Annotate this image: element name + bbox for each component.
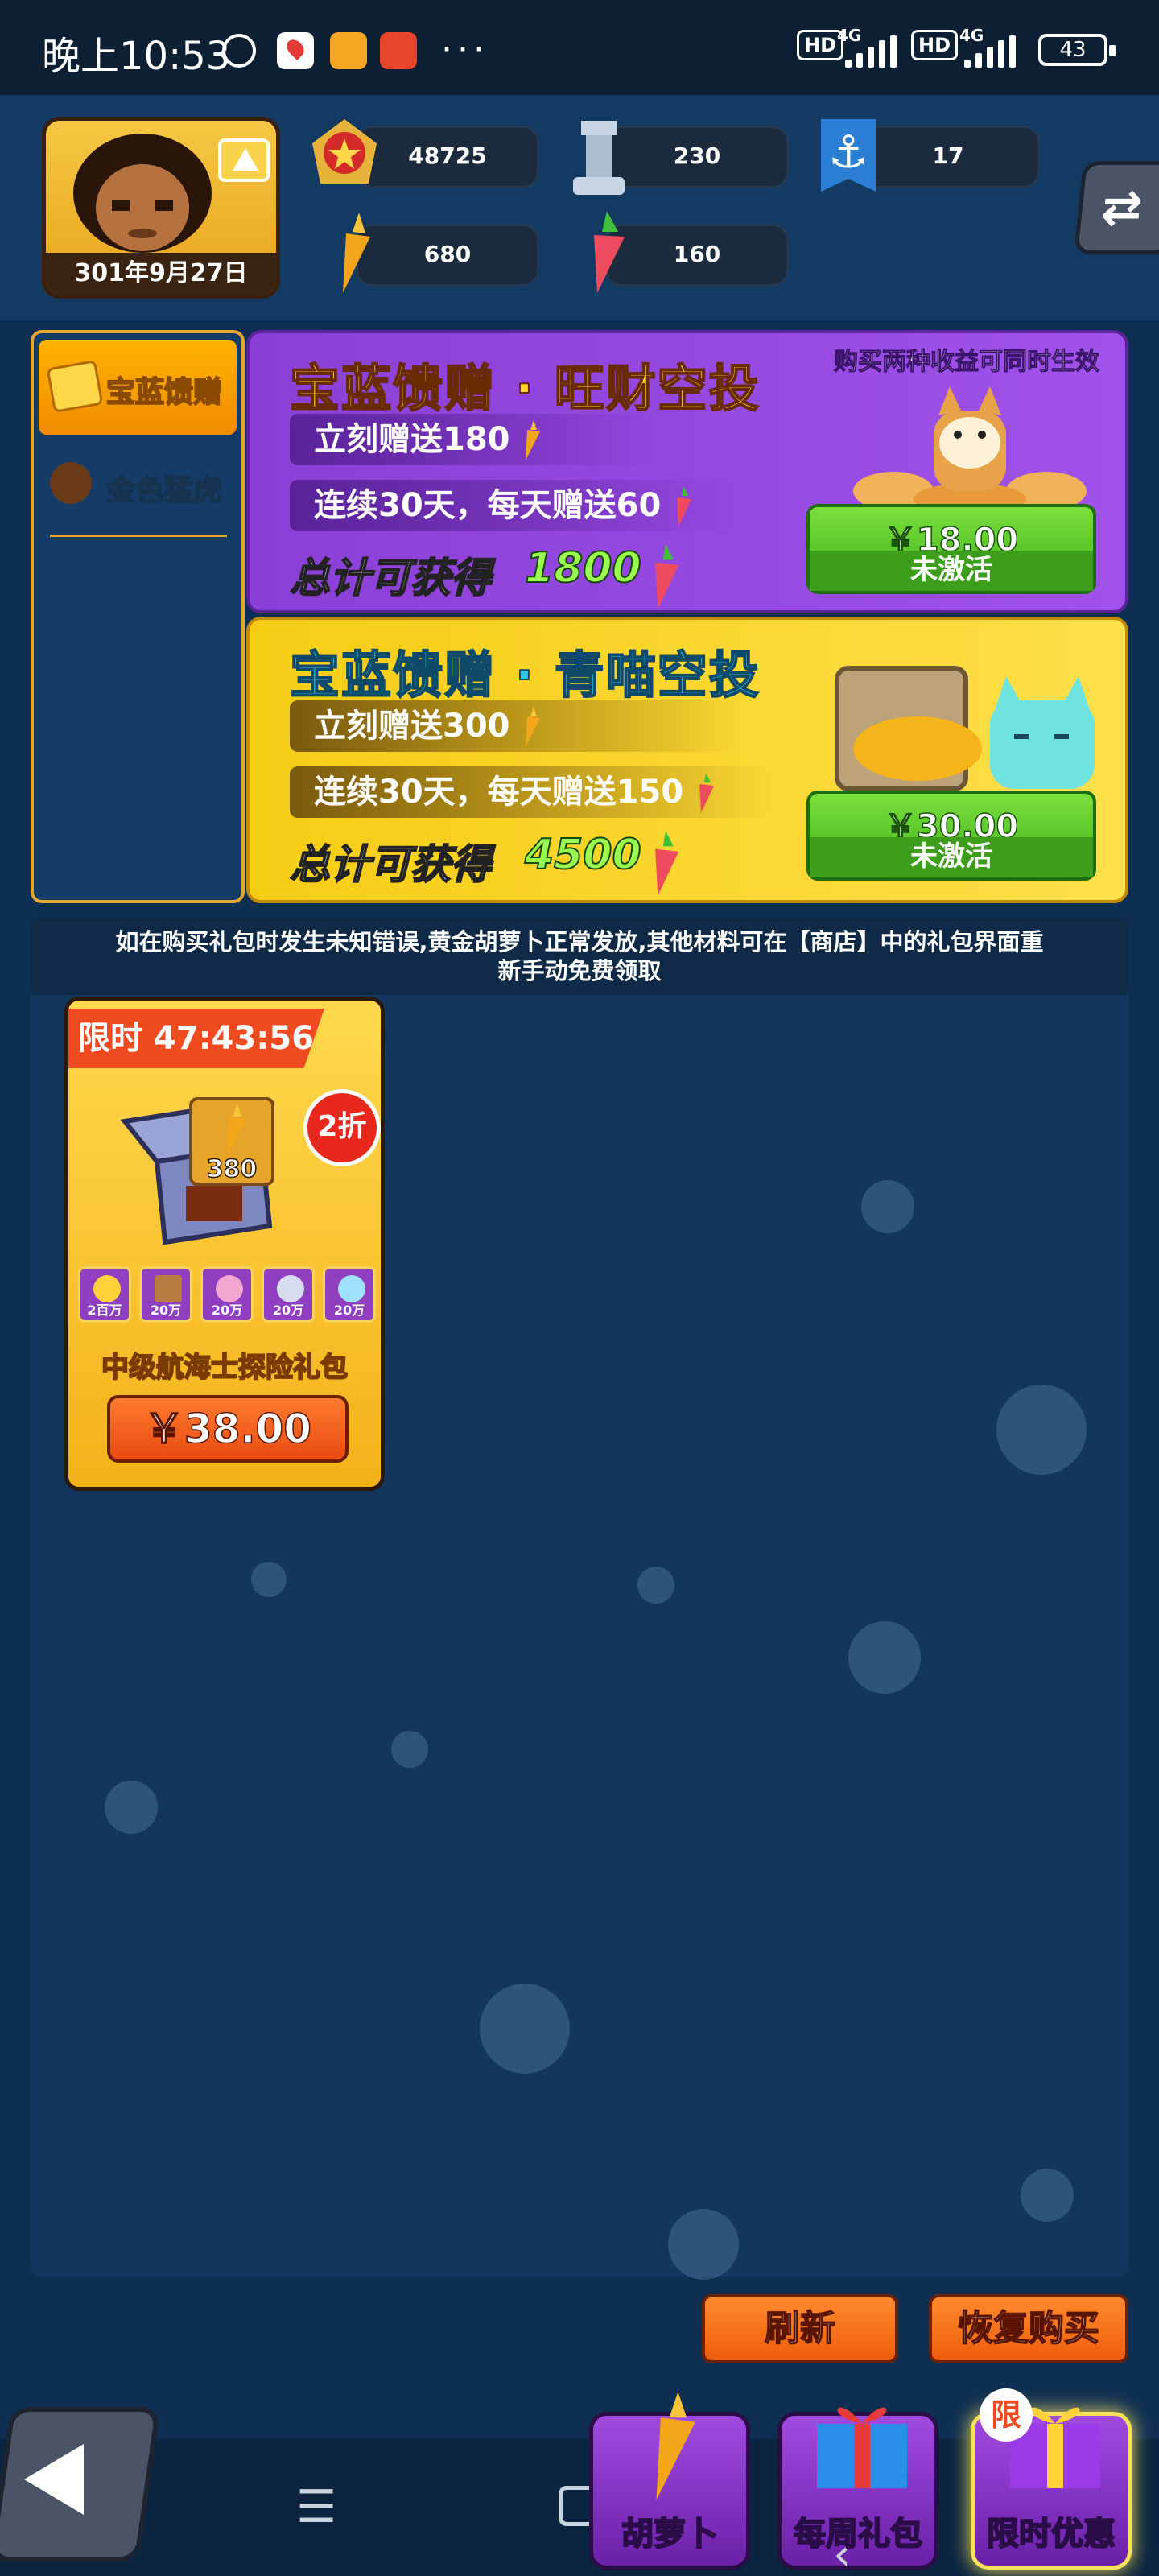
tab-weekly-gift[interactable]: ‹ 每周礼包 [777, 2407, 938, 2576]
pirate-icon [50, 462, 92, 504]
offer-card-qingmiao: 宝蓝馈赠 · 青喵空投 立刻赠送300 连续30天，每天赠送150 总计可获得 … [246, 617, 1128, 903]
sidebar-item-tiger[interactable]: 金色猛虎 [39, 438, 237, 533]
sidebar: 宝蓝馈赠 金色猛虎 [31, 330, 245, 903]
decor-bubble [391, 1731, 428, 1768]
maps-icon [277, 32, 314, 69]
tower-icon [573, 121, 625, 195]
offer-title: 宝蓝馈赠 · 青喵空投 [289, 645, 761, 705]
anchor-flag-icon: ⚓ [821, 119, 876, 192]
player-avatar[interactable]: 301年9月27日 [42, 117, 280, 299]
medal-icon [312, 119, 377, 184]
red-carrot-icon [677, 486, 692, 526]
offer-line2: 连续30天，每天赠送60 [290, 480, 740, 531]
offer-line1: 立刻赠送180 [290, 414, 660, 465]
gift-buy-button[interactable]: ￥38.00 [107, 1395, 349, 1463]
red-carrot-icon [699, 773, 715, 813]
message-icon [330, 32, 367, 69]
gift-name: 中级航海士探险礼包 [101, 1351, 349, 1385]
decor-bubble [637, 1567, 674, 1604]
silver-gem-icon [277, 1275, 304, 1302]
buy-qingmiao-button[interactable]: ￥30.00 未激活 [806, 791, 1096, 881]
battery-icon: 43 [1038, 34, 1116, 66]
buy-wangcai-button[interactable]: ￥18.00 未激活 [806, 504, 1096, 594]
gift-box-icon [817, 2407, 907, 2488]
carrot-tab-icon [656, 2392, 695, 2500]
red-carrot-icon [594, 211, 625, 293]
rank-icon [218, 138, 270, 182]
gift-card[interactable]: 限时 47:43:56 2折 380 2百万 20万 20万 20万 20万 中… [64, 997, 385, 1491]
game-date: 301年9月27日 [46, 253, 276, 295]
offer-line2: 连续30天，每天赠送150 [290, 766, 773, 818]
red-carrot-icon [655, 831, 679, 896]
alarm-icon [222, 34, 256, 68]
ticket-icon [46, 360, 104, 413]
sidebar-item-baolan[interactable]: 宝蓝馈赠 [39, 340, 237, 435]
decor-bubble [1021, 2169, 1074, 2222]
back-arrow-icon [24, 2444, 84, 2515]
swap-icon: ⇄ [1099, 180, 1145, 236]
pink-gem-icon [216, 1275, 243, 1302]
material-silver: 20万 [262, 1266, 315, 1323]
discount-badge: 2折 [303, 1089, 381, 1166]
decor-bubble [480, 1984, 570, 2074]
signal-icon-2 [964, 35, 1016, 68]
menu-nav-icon[interactable]: ☰ [296, 2481, 336, 2533]
material-pink: 20万 [200, 1266, 254, 1323]
carrot-count: 380 [206, 1154, 258, 1184]
decor-bubble [861, 1180, 914, 1233]
offer-card-wangcai: 宝蓝馈赠 · 旺财空投 购买两种收益可同时生效 立刻赠送180 连续30天，每天… [246, 330, 1128, 613]
safe-cat-icon [835, 666, 1095, 791]
decor-bubble [251, 1562, 287, 1597]
svg-text:⚓: ⚓ [828, 126, 868, 179]
taobao-icon [380, 32, 417, 69]
hd-badge-2: HD [911, 30, 959, 60]
offer-total-label: 总计可获得 [289, 554, 492, 602]
purchase-notice: 如在购买礼包时发生未知错误,黄金胡萝卜正常发放,其他材料可在【商店】中的礼包界面… [31, 918, 1128, 995]
offer-note: 购买两种收益可同时生效 [834, 348, 1100, 377]
limited-badge: 限 [980, 2388, 1033, 2442]
avatar-face-icon [73, 134, 212, 253]
decor-bubble [996, 1385, 1087, 1475]
gold-coin-icon [93, 1275, 121, 1302]
decor-bubble [848, 1621, 921, 1694]
gold-carrot-icon [526, 707, 541, 747]
sidebar-divider [50, 535, 227, 537]
gold-carrot-icon [343, 213, 370, 293]
tab-carrot[interactable]: 胡萝卜 [589, 2392, 750, 2570]
blue-gem-icon [338, 1275, 365, 1302]
material-blue: 20万 [323, 1266, 376, 1323]
status-bar: 晚上10:53 ··· HD 4G HD 4G 43 [0, 0, 1159, 95]
dog-coins-icon [853, 386, 1087, 515]
material-gold: 2百万 [78, 1266, 131, 1323]
offer-total-label: 总计可获得 [289, 840, 492, 889]
decor-bubble [668, 2209, 739, 2280]
gold-carrot-icon [526, 420, 541, 460]
restore-purchase-button[interactable]: 恢复购买 [929, 2294, 1128, 2363]
tab-limited-offer[interactable]: 限 限时优惠 [971, 2388, 1132, 2570]
refresh-button[interactable]: 刷新 [702, 2294, 898, 2363]
crate-icon [155, 1275, 182, 1302]
status-time: 晚上10:53 [42, 34, 231, 79]
offer-line1: 立刻赠送300 [290, 700, 740, 752]
offer-title: 宝蓝馈赠 · 旺财空投 [289, 358, 761, 419]
material-box: 20万 [139, 1266, 192, 1323]
countdown-timer: 限时 47:43:56 [68, 1009, 324, 1068]
offer-total-value: 1800 [524, 543, 642, 593]
swap-button[interactable]: ⇄ [1073, 161, 1159, 254]
more-notifications-icon: ··· [441, 29, 489, 70]
decor-bubble [105, 1781, 158, 1834]
red-carrot-icon [655, 544, 679, 609]
signal-icon-1 [845, 35, 897, 68]
offer-total-value: 4500 [524, 830, 642, 880]
